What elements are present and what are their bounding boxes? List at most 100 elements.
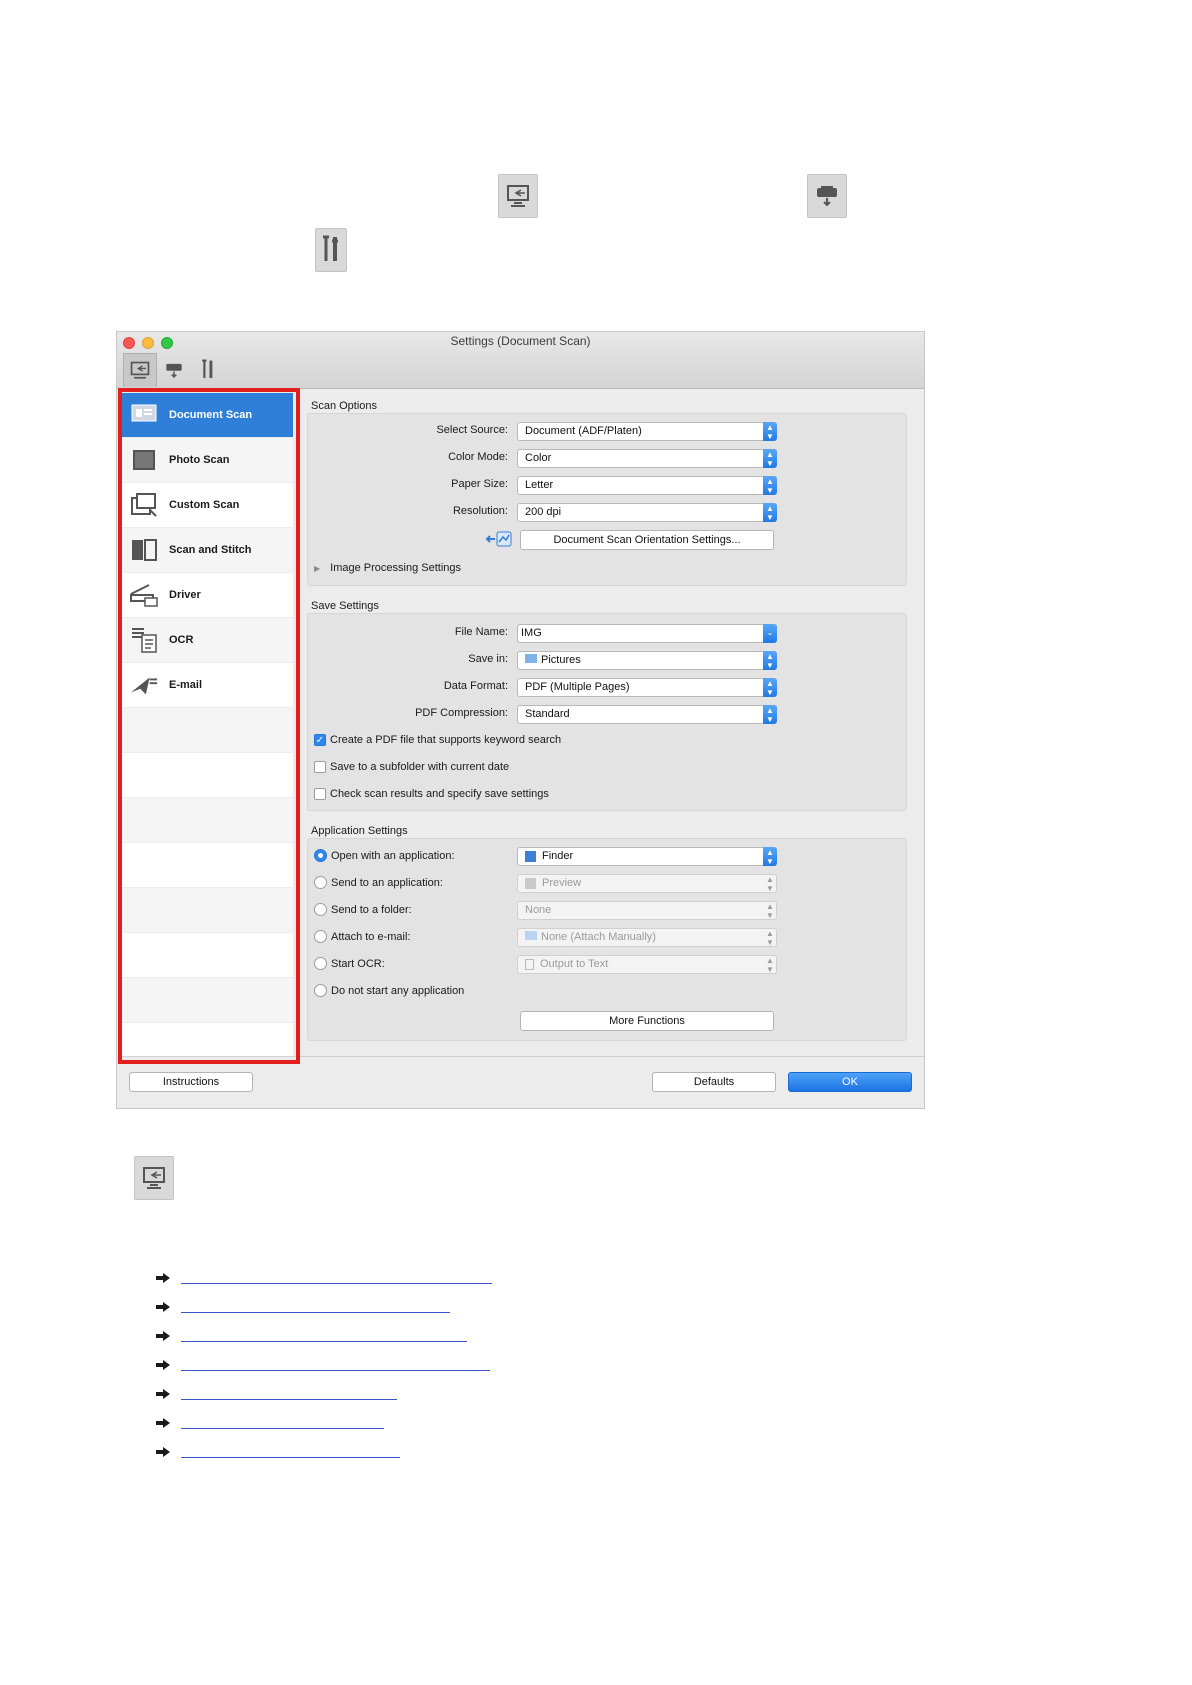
custom-scan-icon [129,490,159,520]
sidebar-item-ocr[interactable]: OCR [121,618,293,663]
start-ocr-dropdown[interactable]: Output to Text ▲ ▼ [517,955,777,974]
stepper-icon: ▲ ▼ [763,847,777,866]
paper-size-label: Paper Size: [451,478,508,490]
attach-to-email-radio[interactable]: Attach to e-mail: [314,930,410,943]
sidebar-empty-row [121,978,293,1023]
open-with-application-dropdown[interactable]: Finder ▲ ▼ [517,847,777,866]
sidebar-item-driver[interactable]: Driver [121,573,293,618]
link-item[interactable] [155,1272,492,1284]
keyword-search-checkbox[interactable]: ✓ Create a PDF file that supports keyword… [314,734,561,746]
settings-window: Settings (Document Scan) Document Scan P… [116,331,925,1109]
scan-stitch-icon [129,535,159,565]
folder-icon [525,931,537,940]
sidebar-item-custom-scan[interactable]: Custom Scan [121,483,293,528]
file-name-label: File Name: [454,626,508,638]
data-format-label: Data Format: [443,680,508,692]
scan-options-title: Scan Options [311,400,378,412]
send-to-application-dropdown[interactable]: Preview ▲ ▼ [517,874,777,893]
window-title: Settings (Document Scan) [450,334,591,348]
sidebar-item-document-scan[interactable]: Document Scan [121,393,293,438]
general-settings-icon [202,359,213,378]
preview-icon [525,877,536,889]
application-settings-title: Application Settings [311,825,408,837]
sidebar-empty-row [121,933,293,978]
arrow-right-icon [156,1302,170,1312]
send-to-application-radio[interactable]: Send to an application: [314,876,443,889]
link-item[interactable] [155,1446,400,1458]
data-format-dropdown[interactable]: PDF (Multiple Pages) ▲ ▼ [517,678,777,697]
sidebar-empty-row [121,888,293,933]
arrow-right-icon [156,1331,170,1341]
stepper-icon: ▲ ▼ [766,875,774,893]
save-in-label: Save in: [468,653,508,665]
scan-from-computer-icon [134,1156,174,1200]
instructions-button[interactable]: Instructions [129,1072,253,1092]
send-to-folder-dropdown[interactable]: None ▲ ▼ [517,901,777,920]
page: Settings (Document Scan) Document Scan P… [0,0,1192,1685]
scan-from-operation-panel-icon [807,174,847,218]
stepper-icon: ▲ ▼ [763,449,777,468]
sidebar-empty-row [121,753,293,798]
stepper-icon: ▲ ▼ [763,651,777,670]
check-scan-results-checkbox[interactable]: Check scan results and specify save sett… [314,788,549,800]
ocr-icon [129,625,159,655]
tab-scan-from-operation-panel[interactable] [157,353,191,387]
save-in-dropdown[interactable]: Pictures ▲ ▼ [517,651,777,670]
stepper-icon: ▲ ▼ [766,929,774,947]
window-footer: Instructions Defaults OK [117,1056,924,1108]
save-settings-group: File Name: IMG ⌄ Save in: Pictures ▲ ▼ Data… [307,613,907,811]
subfolder-date-checkbox[interactable]: Save to a subfolder with current date [314,761,509,773]
link-item[interactable] [155,1359,490,1371]
document-scan-icon [129,400,159,430]
stepper-icon: ▲ ▼ [763,503,777,522]
arrow-right-icon [156,1389,170,1399]
photo-scan-icon [129,445,159,475]
sidebar-item-scan-and-stitch[interactable]: Scan and Stitch [121,528,293,573]
sidebar-item-label: Driver [169,589,201,601]
sidebar-item-label: Scan and Stitch [169,544,252,556]
tab-scan-from-computer[interactable] [123,353,157,387]
pdf-compression-label: PDF Compression: [415,707,508,719]
link-item[interactable] [155,1330,467,1342]
save-settings-title: Save Settings [311,600,379,612]
attach-to-email-dropdown[interactable]: None (Attach Manually) ▲ ▼ [517,928,777,947]
sidebar-item-photo-scan[interactable]: Photo Scan [121,438,293,483]
document-icon [525,958,534,970]
orientation-settings-button[interactable]: Document Scan Orientation Settings... [520,530,774,550]
stepper-icon: ▲ ▼ [763,422,777,441]
scan-from-computer-icon [498,174,538,218]
resolution-dropdown[interactable]: 200 dpi ▲ ▼ [517,503,777,522]
resolution-label: Resolution: [452,505,508,517]
arrow-right-icon [156,1447,170,1457]
do-not-start-application-radio[interactable]: Do not start any application [314,984,464,997]
email-icon [129,670,159,700]
paper-size-dropdown[interactable]: Letter ▲ ▼ [517,476,777,495]
image-processing-settings-toggle[interactable]: ▶ Image Processing Settings [314,562,461,574]
ok-button[interactable]: OK [788,1072,912,1092]
sidebar-item-email[interactable]: E-mail [121,663,293,708]
color-mode-dropdown[interactable]: Color ▲ ▼ [517,449,777,468]
link-item[interactable] [155,1388,397,1400]
chevron-down-icon: ⌄ [763,624,777,643]
more-functions-button[interactable]: More Functions [520,1011,774,1031]
sidebar-empty-row [121,708,293,753]
select-source-dropdown[interactable]: Document (ADF/Platen) ▲ ▼ [517,422,777,441]
link-item[interactable] [155,1301,450,1313]
pdf-compression-dropdown[interactable]: Standard ▲ ▼ [517,705,777,724]
start-ocr-radio[interactable]: Start OCR: [314,957,385,970]
general-settings-icon [315,228,347,272]
select-source-label: Select Source: [436,424,508,436]
tab-general-settings[interactable] [191,353,225,387]
color-mode-label: Color Mode: [448,451,508,463]
send-to-folder-radio[interactable]: Send to a folder: [314,903,412,916]
title-bar: Settings (Document Scan) [117,332,924,389]
file-name-field[interactable]: IMG ⌄ [517,624,777,643]
link-item[interactable] [155,1417,384,1429]
orientation-icon [485,530,513,553]
sidebar-item-label: Custom Scan [169,499,240,511]
arrow-right-icon [156,1273,170,1283]
arrow-right-icon [156,1360,170,1370]
open-with-application-radio[interactable]: Open with an application: [314,849,455,862]
defaults-button[interactable]: Defaults [652,1072,776,1092]
arrow-right-icon [156,1418,170,1428]
